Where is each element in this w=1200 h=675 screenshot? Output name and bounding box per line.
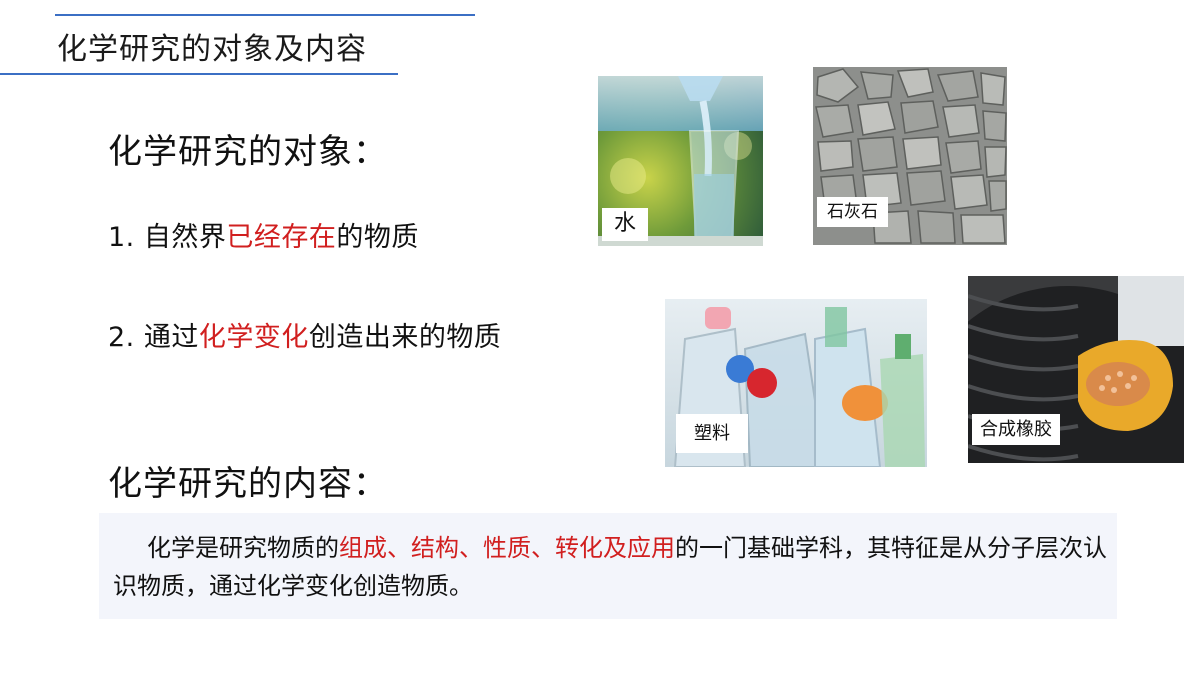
object-item-2-prefix: 2. 通过	[108, 322, 199, 353]
object-item-2-highlight: 化学变化	[198, 322, 309, 353]
object-item-2: 2. 通过化学变化创造出来的物质	[108, 315, 501, 354]
objects-heading: 化学研究的对象：	[108, 132, 388, 172]
object-item-1: 1. 自然界已经存在的物质	[108, 215, 419, 254]
plastic-photo: 塑料	[665, 299, 927, 467]
description-text: 化学是研究物质的组成、结构、性质、转化及应用的一门基础学科，其特征是从分子层次认…	[113, 529, 1113, 605]
photo-label-plastic: 塑料	[676, 414, 748, 454]
description-highlight: 组成、结构、性质、转化及应用	[339, 534, 675, 562]
object-item-1-suffix: 的物质	[336, 222, 419, 253]
description-box: 化学是研究物质的组成、结构、性质、转化及应用的一门基础学科，其特征是从分子层次认…	[99, 513, 1117, 619]
photo-label-water: 水	[602, 208, 649, 241]
photo-label-rubber: 合成橡胶	[972, 414, 1060, 446]
header-rule-top	[55, 14, 475, 16]
rubber-photo: 合成橡胶	[968, 276, 1184, 463]
slide: 化学研究的对象及内容 化学研究的对象： 1. 自然界已经存在的物质 2. 通过化…	[0, 0, 1200, 675]
object-item-2-suffix: 创造出来的物质	[308, 322, 502, 353]
page-title: 化学研究的对象及内容	[57, 32, 367, 67]
photo-label-limestone: 石灰石	[817, 197, 888, 228]
limestone-photo: 石灰石	[813, 67, 1007, 245]
description-prefix: 化学是研究物质的	[147, 534, 339, 562]
object-item-1-highlight: 已经存在	[226, 222, 337, 253]
object-item-1-prefix: 1. 自然界	[108, 222, 227, 253]
header-rule-bottom	[0, 73, 398, 75]
content-heading: 化学研究的内容：	[108, 464, 388, 504]
water-photo: 水	[598, 76, 763, 246]
